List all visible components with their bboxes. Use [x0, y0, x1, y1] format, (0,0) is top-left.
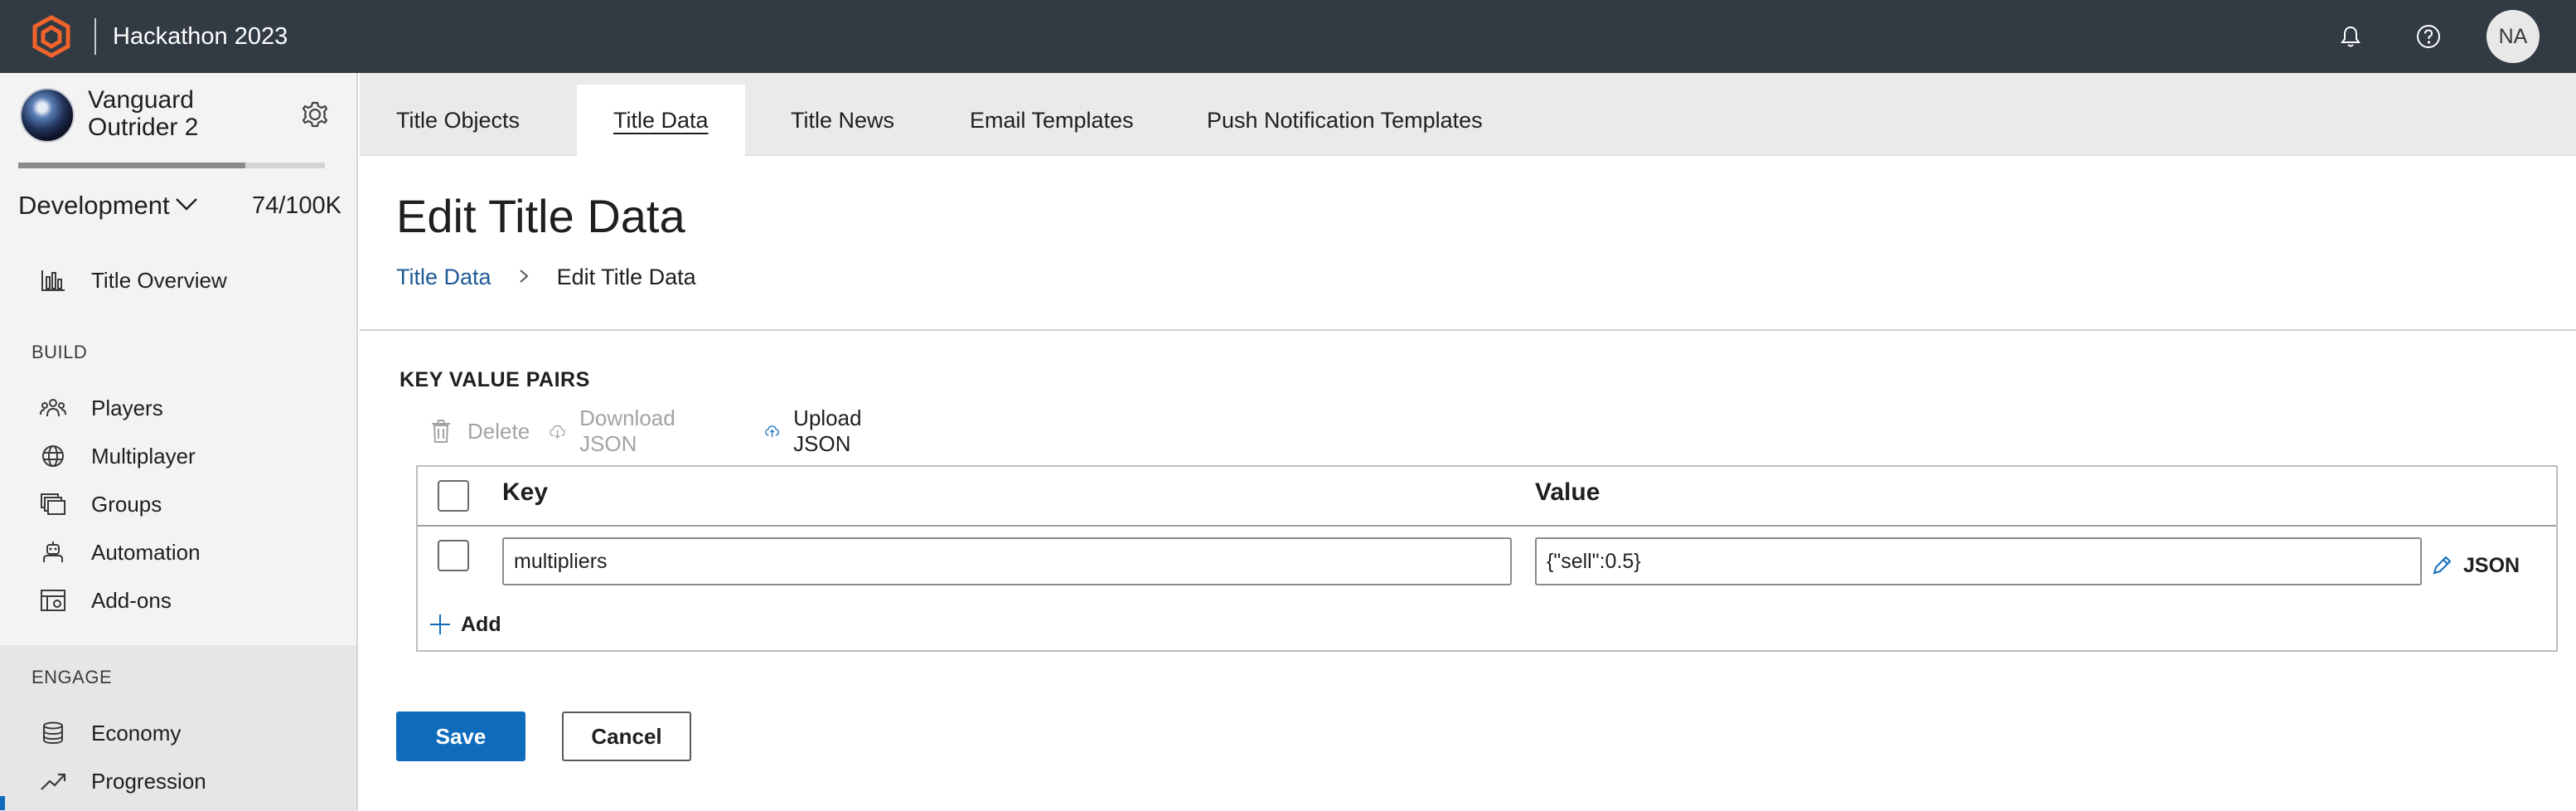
upload-json-button[interactable]: Upload JSON: [764, 406, 872, 456]
gear-icon[interactable]: [298, 98, 332, 131]
value-input[interactable]: {"sell":0.5}: [1535, 537, 2422, 585]
sidebar-item-economy[interactable]: Economy: [0, 710, 356, 756]
section-label-engage: ENGAGE: [31, 667, 113, 687]
sidebar: Vanguard Outrider 2 Development 74/100K …: [0, 73, 358, 811]
game-avatar: [20, 88, 75, 143]
tab-title-objects[interactable]: Title Objects: [360, 85, 556, 156]
usage-progress-bar: [18, 163, 325, 168]
sidebar-item-label: Groups: [91, 492, 162, 517]
sidebar-item-label: Automation: [91, 540, 201, 565]
app-title[interactable]: Hackathon 2023: [113, 20, 288, 53]
json-label: JSON: [2463, 553, 2520, 577]
key-value-table: Key Value multipliers {"sell":0.5} JSON …: [416, 465, 2558, 652]
bell-icon[interactable]: [2332, 18, 2369, 55]
sidebar-item-groups[interactable]: Groups: [0, 481, 356, 527]
avatar[interactable]: NA: [2486, 10, 2540, 63]
sidebar-item-title-overview[interactable]: Title Overview: [0, 257, 356, 304]
groups-icon: [41, 493, 65, 515]
sidebar-item-label: Add-ons: [91, 588, 172, 613]
column-header-key: Key: [502, 478, 549, 506]
players-icon: [40, 399, 66, 417]
tab-email-templates[interactable]: Email Templates: [933, 85, 1170, 156]
add-row-button[interactable]: Add: [429, 609, 501, 639]
download-json-label: Download JSON: [579, 406, 675, 456]
chevron-down-icon: [176, 198, 197, 211]
progression-icon: [41, 773, 66, 790]
topbar-divider: [94, 18, 96, 55]
economy-icon: [43, 721, 63, 745]
sidebar-item-label: Multiplayer: [91, 444, 196, 469]
help-icon[interactable]: [2410, 18, 2447, 55]
select-all-checkbox[interactable]: [438, 480, 469, 512]
globe-icon: [42, 445, 64, 467]
sidebar-item-addons[interactable]: Add-ons: [0, 577, 356, 624]
download-json-button[interactable]: Download JSON: [549, 406, 685, 456]
sidebar-item-label: Progression: [91, 769, 206, 794]
bar-chart-icon: [41, 270, 65, 291]
column-header-value: Value: [1535, 478, 1600, 506]
page-title: Edit Title Data: [396, 190, 685, 242]
edit-json-button[interactable]: JSON: [2430, 549, 2520, 582]
active-item-marker: [0, 796, 5, 810]
environment-selector[interactable]: Development 74/100K: [18, 187, 341, 224]
sidebar-item-label: Economy: [91, 721, 182, 745]
tab-bar: Title Objects Title Data Title News Emai…: [360, 73, 2576, 156]
section-label-build: BUILD: [31, 342, 88, 362]
addons-icon: [41, 590, 65, 611]
chevron-right-icon: [517, 262, 530, 292]
tab-title-news[interactable]: Title News: [754, 85, 931, 156]
top-bar: Hackathon 2023 NA: [0, 0, 2576, 73]
delete-button[interactable]: Delete: [428, 415, 530, 448]
game-name[interactable]: Vanguard Outrider 2: [88, 86, 254, 141]
sidebar-item-multiplayer[interactable]: Multiplayer: [0, 433, 356, 479]
sidebar-item-label: Players: [91, 396, 163, 420]
automation-icon: [43, 541, 63, 562]
tab-push-notification-templates[interactable]: Push Notification Templates: [1170, 85, 1519, 156]
tab-title-data[interactable]: Title Data: [577, 85, 745, 156]
key-input[interactable]: multipliers: [502, 537, 1512, 585]
logo-icon[interactable]: [30, 15, 73, 58]
delete-label: Delete: [467, 418, 530, 444]
cloud-upload-icon: [765, 425, 779, 438]
row-checkbox[interactable]: [438, 540, 469, 571]
breadcrumb-link-title-data[interactable]: Title Data: [396, 265, 491, 289]
trash-icon: [432, 420, 450, 443]
usage-progress-fill: [18, 163, 245, 168]
sidebar-item-players[interactable]: Players: [0, 385, 356, 431]
cloud-download-icon: [550, 425, 565, 439]
plus-icon: [430, 614, 450, 634]
sidebar-item-label: Title Overview: [91, 268, 227, 293]
divider: [360, 329, 2576, 331]
environment-label: Development: [18, 191, 170, 220]
save-button[interactable]: Save: [396, 711, 525, 761]
upload-json-label: Upload JSON: [793, 406, 862, 456]
pencil-icon: [2433, 556, 2452, 575]
sidebar-item-automation[interactable]: Automation: [0, 529, 356, 575]
cancel-button[interactable]: Cancel: [562, 711, 691, 761]
add-label: Add: [461, 612, 501, 636]
section-title: KEY VALUE PAIRS: [399, 368, 590, 391]
usage-count: 74/100K: [251, 192, 341, 219]
sidebar-item-progression[interactable]: Progression: [0, 758, 356, 804]
breadcrumb: Title Data Edit Title Data: [396, 262, 696, 292]
breadcrumb-current: Edit Title Data: [556, 265, 696, 289]
table-header: Key Value: [418, 467, 2556, 527]
